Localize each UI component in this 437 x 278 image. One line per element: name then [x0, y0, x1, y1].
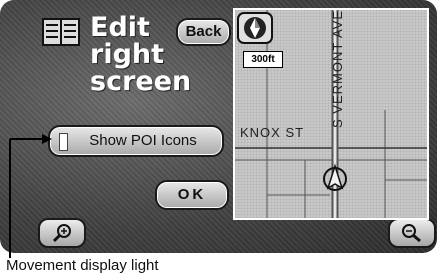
callout-pointer: [9, 134, 52, 258]
callout-caption: Movement display light: [6, 257, 159, 274]
